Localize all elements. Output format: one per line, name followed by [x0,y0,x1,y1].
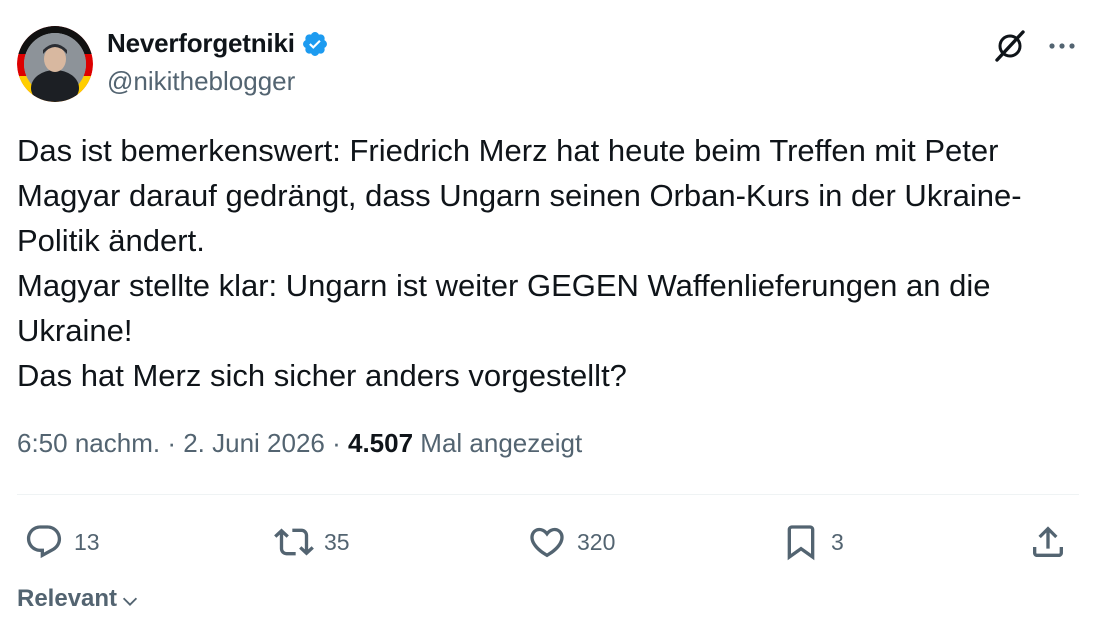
bookmark-icon [787,525,815,561]
like-button[interactable]: 320 [527,520,615,564]
retweet-button[interactable]: 35 [274,520,350,564]
reply-button[interactable]: 13 [24,520,100,564]
author-display-name[interactable]: Neverforgetniki [107,28,295,59]
tweet-meta: 6:50 nachm. · 2. Juni 2026 · 4.507 Mal a… [17,428,582,459]
chevron-down-icon [122,597,138,606]
tweet-text-line: Ukraine! [17,313,133,348]
tweet-text-line: Das hat Merz sich sicher anders vorgeste… [17,358,627,393]
tweet-text-line: Magyar stellte klar: Ungarn ist weiter G… [17,268,991,303]
bookmark-button[interactable]: 3 [781,520,844,564]
reply-icon [26,525,62,559]
share-icon [1033,526,1063,557]
tweet-time[interactable]: 6:50 nachm. [17,428,160,458]
meta-separator: · [160,428,184,458]
reply-count: 13 [74,528,100,555]
views-count: 4.507 [347,428,414,458]
grok-icon[interactable] [992,28,1028,64]
divider [17,494,1079,495]
like-count: 320 [577,528,616,555]
tweet-text: Das ist bemerkenswert: Friedrich Merz ha… [17,128,1087,398]
share-button[interactable] [1028,520,1068,564]
sort-label: Relevant [17,585,118,612]
author-name-row[interactable]: Neverforgetniki [107,28,329,59]
author-handle[interactable]: @nikitheblogger [107,66,295,97]
meta-separator: · [324,428,348,458]
tweet-date[interactable]: 2. Juni 2026 [183,428,325,458]
tweet-text-line: Das ist bemerkenswert: Friedrich Merz ha… [17,133,999,168]
heart-icon [530,527,564,558]
retweet-icon [274,528,314,556]
avatar[interactable] [17,26,93,102]
sort-replies-dropdown[interactable]: Relevant [17,585,141,613]
more-dots-icon[interactable] [1045,32,1079,60]
tweet-card: Neverforgetniki @nikitheblogger Das ist … [0,0,1105,630]
retweet-count: 35 [324,528,350,555]
bookmark-count: 3 [831,528,844,555]
verified-badge-icon [301,30,329,58]
tweet-text-line: Politik ändert. [17,223,205,258]
views-label: Mal angezeigt [413,428,583,458]
tweet-text-line: Magyar darauf gedrängt, dass Ungarn sein… [17,178,1022,213]
